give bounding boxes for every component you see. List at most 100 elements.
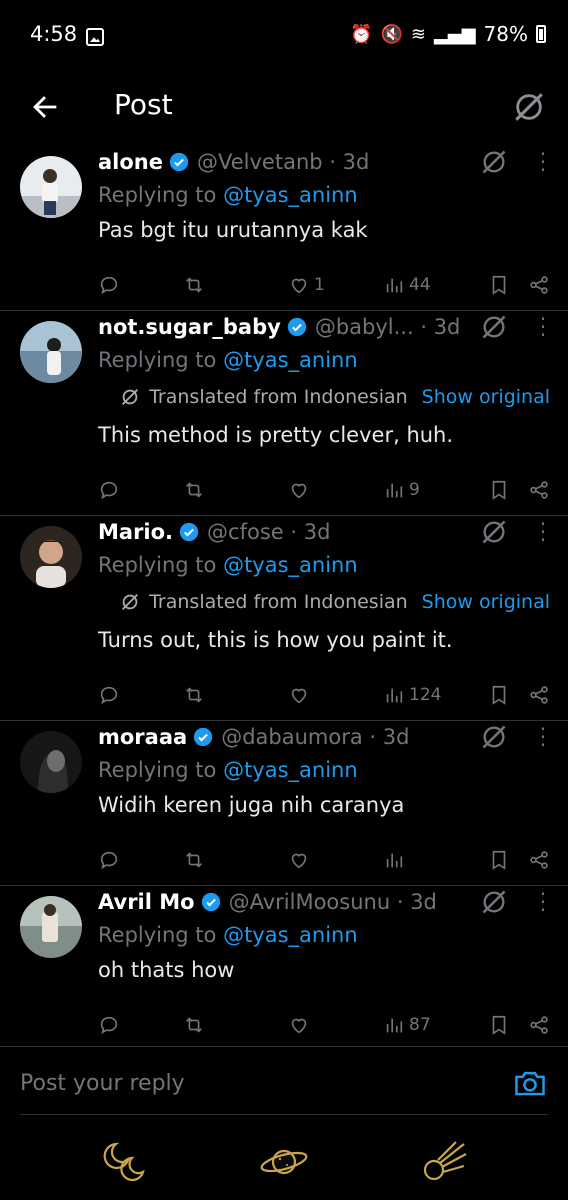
verified-icon bbox=[194, 727, 213, 747]
repost-button[interactable] bbox=[183, 273, 263, 297]
avatar[interactable] bbox=[20, 321, 82, 383]
avatar[interactable] bbox=[20, 896, 82, 958]
avatar[interactable] bbox=[20, 526, 82, 588]
reply-button[interactable] bbox=[98, 478, 158, 502]
reply-item[interactable]: alone @Velvetanb · 3d · · · Replying to @t… bbox=[0, 146, 568, 311]
reply-item[interactable]: Mario. @cfose · 3d · · · Replying to @tyas… bbox=[0, 514, 568, 721]
repost-button[interactable] bbox=[183, 848, 263, 872]
reply-input[interactable] bbox=[20, 1071, 460, 1096]
reply-item[interactable]: moraaa @dabaumora · 3d · · · Replying to @… bbox=[0, 719, 568, 886]
display-name[interactable]: moraaa bbox=[98, 725, 187, 749]
share-button[interactable] bbox=[528, 273, 550, 297]
retweet-icon bbox=[186, 687, 202, 703]
replying-to: Replying to @tyas_aninn bbox=[98, 183, 358, 207]
bookmark-icon bbox=[492, 685, 506, 705]
user-handle[interactable]: @dabaumora bbox=[221, 725, 363, 749]
views-count: 87 bbox=[409, 1015, 431, 1035]
share-icon bbox=[530, 686, 548, 704]
status-icons: ⏰ 🔇 ≋ ▂▄▆ 78% bbox=[350, 22, 546, 46]
action-bar: 1 44 bbox=[98, 248, 550, 310]
mention-link[interactable]: @tyas_aninn bbox=[223, 758, 358, 782]
reply-button[interactable] bbox=[98, 683, 158, 707]
user-handle[interactable]: @babyl... bbox=[315, 315, 414, 339]
more-options-icon[interactable]: · · · bbox=[536, 146, 550, 180]
reply-item[interactable]: not.sugar_baby @babyl... · 3d · · · Replyi… bbox=[0, 309, 568, 516]
wifi-icon: ≋ bbox=[410, 23, 427, 45]
display-name[interactable]: alone bbox=[98, 150, 163, 174]
reply-composer bbox=[0, 1046, 568, 1116]
like-button[interactable] bbox=[288, 683, 358, 707]
views-button[interactable]: 9 bbox=[383, 478, 463, 502]
user-handle[interactable]: @Velvetanb bbox=[197, 150, 323, 174]
mute-icon: 🔇 bbox=[380, 23, 403, 45]
comet-icon[interactable] bbox=[418, 1136, 470, 1188]
post-time: · 3d bbox=[420, 315, 461, 339]
battery-percent: 78% bbox=[483, 22, 528, 46]
moon-icon[interactable] bbox=[102, 1136, 154, 1188]
mention-link[interactable]: @tyas_aninn bbox=[223, 348, 358, 372]
mention-link[interactable]: @tyas_aninn bbox=[223, 553, 358, 577]
show-original-link[interactable]: Show original bbox=[422, 591, 550, 613]
avatar[interactable] bbox=[20, 156, 82, 218]
action-bar bbox=[98, 823, 550, 885]
views-button[interactable]: 87 bbox=[383, 1013, 463, 1037]
repost-button[interactable] bbox=[183, 1013, 263, 1037]
like-count: 1 bbox=[314, 275, 325, 295]
show-original-link[interactable]: Show original bbox=[422, 386, 550, 408]
avatar[interactable] bbox=[20, 731, 82, 793]
like-button[interactable] bbox=[288, 478, 358, 502]
bookmark-button[interactable] bbox=[488, 848, 510, 872]
mention-link[interactable]: @tyas_aninn bbox=[223, 183, 358, 207]
more-options-icon[interactable]: · · · bbox=[536, 884, 550, 920]
reply-button[interactable] bbox=[98, 848, 158, 872]
bookmark-button[interactable] bbox=[488, 1013, 510, 1037]
reply-button[interactable] bbox=[98, 1013, 158, 1037]
bookmark-button[interactable] bbox=[488, 273, 510, 297]
repost-button[interactable] bbox=[183, 478, 263, 502]
like-icon bbox=[291, 1018, 307, 1034]
grok-icon[interactable] bbox=[480, 888, 508, 916]
reply-text: oh thats how bbox=[98, 958, 235, 982]
views-button[interactable]: 44 bbox=[383, 273, 463, 297]
views-button[interactable] bbox=[383, 848, 463, 872]
share-button[interactable] bbox=[528, 478, 550, 502]
retweet-icon bbox=[186, 852, 202, 868]
like-button[interactable] bbox=[288, 1013, 358, 1037]
post-time: · 3d bbox=[396, 890, 437, 914]
app-header: Post bbox=[0, 74, 568, 144]
more-options-icon[interactable]: · · · bbox=[536, 514, 550, 550]
replies-feed[interactable]: alone @Velvetanb · 3d · · · Replying to @t… bbox=[0, 146, 568, 1046]
back-arrow-icon[interactable] bbox=[28, 90, 62, 124]
like-button[interactable]: 1 bbox=[288, 273, 358, 297]
post-time: · 3d bbox=[369, 725, 410, 749]
grok-icon[interactable] bbox=[480, 723, 508, 751]
grok-icon[interactable] bbox=[512, 90, 546, 124]
camera-icon[interactable] bbox=[514, 1069, 546, 1097]
reply-item[interactable]: Avril Mo @AvrilMoosunu · 3d · · · Replying… bbox=[0, 884, 568, 1046]
views-button[interactable]: 124 bbox=[383, 683, 463, 707]
reply-text: Widih keren juga nih caranya bbox=[98, 793, 405, 817]
planet-icon[interactable] bbox=[258, 1136, 310, 1188]
display-name[interactable]: not.sugar_baby bbox=[98, 315, 281, 339]
share-button[interactable] bbox=[528, 1013, 550, 1037]
views-icon bbox=[386, 1018, 403, 1033]
like-icon bbox=[291, 853, 307, 869]
display-name[interactable]: Mario. bbox=[98, 520, 173, 544]
reply-button[interactable] bbox=[98, 273, 158, 297]
grok-icon[interactable] bbox=[480, 313, 508, 341]
grok-icon[interactable] bbox=[480, 518, 508, 546]
more-options-icon[interactable]: · · · bbox=[536, 719, 550, 755]
user-handle[interactable]: @cfose bbox=[207, 520, 284, 544]
share-button[interactable] bbox=[528, 848, 550, 872]
mention-link[interactable]: @tyas_aninn bbox=[223, 923, 358, 947]
grok-icon[interactable] bbox=[480, 148, 508, 176]
like-button[interactable] bbox=[288, 848, 358, 872]
bookmark-button[interactable] bbox=[488, 478, 510, 502]
bookmark-button[interactable] bbox=[488, 683, 510, 707]
user-handle[interactable]: @AvrilMoosunu bbox=[229, 890, 391, 914]
display-name[interactable]: Avril Mo bbox=[98, 890, 195, 914]
more-options-icon[interactable]: · · · bbox=[536, 309, 550, 345]
repost-button[interactable] bbox=[183, 683, 263, 707]
bookmark-icon bbox=[492, 275, 506, 295]
share-button[interactable] bbox=[528, 683, 550, 707]
